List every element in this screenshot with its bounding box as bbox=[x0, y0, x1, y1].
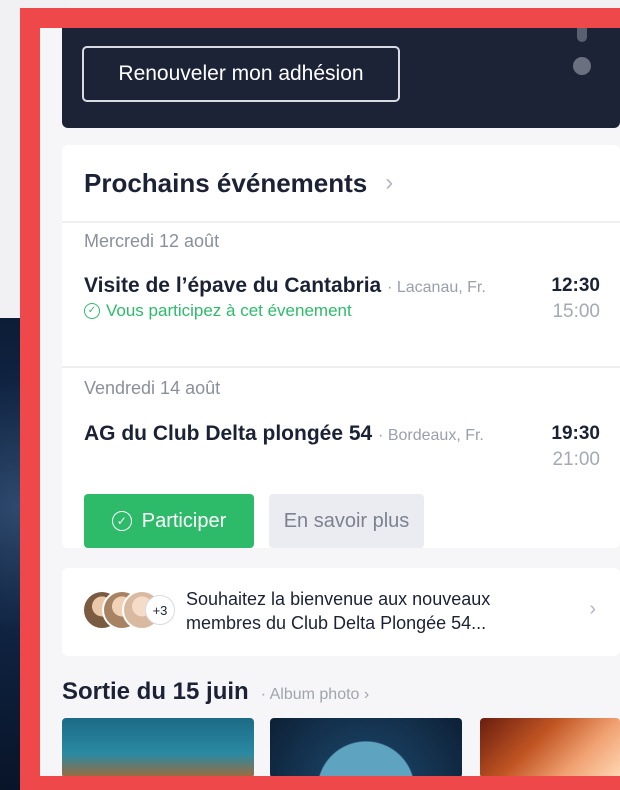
album-photo[interactable] bbox=[480, 718, 620, 776]
renew-membership-button[interactable]: Renouveler mon adhésion bbox=[82, 46, 400, 102]
learn-more-button[interactable]: En savoir plus bbox=[269, 494, 424, 548]
participation-status-text: Vous participez à cet évenement bbox=[106, 301, 352, 320]
participate-button[interactable]: ✓ Participer bbox=[84, 494, 254, 548]
album-subtitle: · Album photo › bbox=[260, 686, 370, 703]
album-title: Sortie du 15 juin bbox=[62, 678, 249, 705]
event-location: · Bordeaux, Fr. bbox=[378, 427, 484, 444]
event-date: Mercredi 12 août bbox=[84, 231, 220, 251]
app-screen: Renouveler mon adhésion Prochains événem… bbox=[40, 28, 620, 776]
participate-label: Participer bbox=[141, 509, 227, 532]
welcome-message: Souhaitez la bienvenue aux nouveaux memb… bbox=[186, 589, 491, 633]
album-photo[interactable] bbox=[270, 718, 462, 776]
event-item-title[interactable]: AG du Club Delta plongée 54 · Bordeaux, … bbox=[84, 422, 484, 446]
event-start-time: 12:30 bbox=[551, 275, 600, 296]
membership-header: Renouveler mon adhésion bbox=[62, 28, 620, 128]
event-location: · Lacanau, Fr. bbox=[387, 279, 486, 296]
chevron-right-icon: › bbox=[385, 169, 394, 196]
event-end-time: 15:00 bbox=[552, 301, 600, 322]
more-members-badge: +3 bbox=[145, 595, 175, 625]
event-date: Vendredi 14 août bbox=[84, 378, 221, 398]
event-name: AG du Club Delta plongée 54 bbox=[84, 422, 373, 445]
events-header[interactable]: Prochains événements › bbox=[84, 163, 393, 203]
album-header[interactable]: Sortie du 15 juin · Album photo › bbox=[62, 678, 369, 706]
check-circle-icon: ✓ bbox=[84, 303, 100, 319]
upcoming-events-card: Prochains événements › Mercredi 12 août … bbox=[62, 145, 620, 548]
header-decoration-dot bbox=[573, 57, 591, 75]
welcome-new-members-card[interactable]: +3 Souhaitez la bienvenue aux nouveaux m… bbox=[62, 568, 620, 656]
check-circle-icon: ✓ bbox=[111, 511, 132, 531]
event-start-time: 19:30 bbox=[551, 423, 600, 444]
divider bbox=[62, 221, 620, 223]
album-photo[interactable] bbox=[62, 718, 254, 776]
event-item-title[interactable]: Visite de l’épave du Cantabria · Lacanau… bbox=[84, 274, 486, 298]
participation-status: ✓ Vous participez à cet évenement bbox=[84, 301, 352, 321]
divider bbox=[62, 366, 620, 368]
chevron-right-icon: › bbox=[589, 598, 596, 620]
events-title: Prochains événements bbox=[84, 167, 368, 198]
event-end-time: 21:00 bbox=[552, 449, 600, 470]
event-name: Visite de l’épave du Cantabria bbox=[84, 274, 382, 297]
header-decoration bbox=[577, 28, 587, 42]
